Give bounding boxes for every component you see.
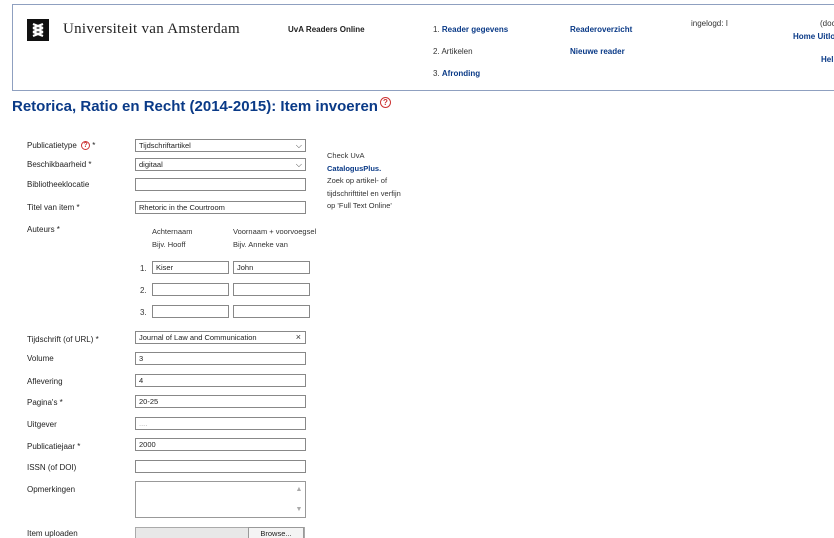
bibliotheek-input[interactable] xyxy=(135,178,306,191)
author-1-firstname-input[interactable]: John xyxy=(233,261,310,274)
page-title-text: Retorica, Ratio en Recht (2014-2015): It… xyxy=(12,98,378,115)
author-1-lastname-input[interactable]: Kiser xyxy=(152,261,229,274)
clear-icon[interactable]: × xyxy=(296,332,301,342)
user-role: (docent xyxy=(820,19,834,28)
catalogus-hint: Check UvA CatalogusPlus. Zoek op artikel… xyxy=(327,150,401,213)
author-row-number: 3. xyxy=(140,308,147,317)
scrollbar[interactable]: ▲ ▼ xyxy=(295,485,303,515)
aflevering-input[interactable]: 4 xyxy=(135,374,306,387)
home-logout-links: Home Uitloggen xyxy=(793,32,834,41)
publicatietype-select[interactable]: Tijdschriftartikel ⌵ xyxy=(135,139,306,152)
author-2-firstname-input[interactable] xyxy=(233,283,310,296)
hint-line: Zoek op artikel- of xyxy=(327,176,388,185)
logout-link[interactable]: Uitloggen xyxy=(817,32,834,41)
nieuwe-reader-link[interactable]: Nieuwe reader xyxy=(570,41,632,63)
bibliotheek-label: Bibliotheeklocatie xyxy=(27,180,90,189)
home-link[interactable]: Home xyxy=(793,32,815,41)
help-icon[interactable]: ? xyxy=(379,97,391,108)
hint-line: op 'Full Text Online' xyxy=(327,201,392,210)
reader-links: Readeroverzicht Nieuwe reader xyxy=(570,19,632,63)
help-link[interactable]: Help xyxy=(821,55,834,64)
step-afronding[interactable]: 3. Afronding xyxy=(433,63,508,85)
chevron-down-icon: ⌵ xyxy=(295,141,302,150)
upload-label: Item uploaden xyxy=(27,529,78,538)
step-navigation: 1. Reader gegevens 2. Artikelen 3. Afron… xyxy=(433,19,508,85)
issn-input[interactable] xyxy=(135,460,306,473)
author-row-number: 2. xyxy=(140,286,147,295)
volume-input[interactable]: 3 xyxy=(135,352,306,365)
publicatiejaar-label: Publicatiejaar * xyxy=(27,442,81,451)
page-title: Retorica, Ratio en Recht (2014-2015): It… xyxy=(12,97,391,115)
titel-label: Titel van item * xyxy=(27,203,80,212)
achternaam-example: Bijv. Hooff xyxy=(152,240,186,249)
university-name: Universiteit van Amsterdam xyxy=(63,21,240,37)
login-status: ingelogd: I xyxy=(691,19,728,28)
beschikbaarheid-label: Beschikbaarheid * xyxy=(27,160,92,169)
beschikbaarheid-select[interactable]: digitaal ⌵ xyxy=(135,158,306,171)
file-upload-field[interactable]: Browse... xyxy=(135,527,305,538)
author-row-number: 1. xyxy=(140,264,147,273)
uva-logo-icon[interactable] xyxy=(27,19,49,41)
publicatietype-label: Publicatietype ? * xyxy=(27,141,96,151)
readeroverzicht-link[interactable]: Readeroverzicht xyxy=(570,19,632,41)
step-artikelen[interactable]: 2. Artikelen xyxy=(433,41,508,63)
product-name: UvA Readers Online xyxy=(288,25,365,34)
publicatiejaar-input[interactable]: 2000 xyxy=(135,438,306,451)
publicatietype-value: Tijdschriftartikel xyxy=(139,141,191,150)
uitgever-placeholder: .... xyxy=(139,419,148,428)
paginas-input[interactable]: 20-25 xyxy=(135,395,306,408)
author-2-lastname-input[interactable] xyxy=(152,283,229,296)
author-3-lastname-input[interactable] xyxy=(152,305,229,318)
beschikbaarheid-value: digitaal xyxy=(139,160,163,169)
opmerkingen-label: Opmerkingen xyxy=(27,485,76,494)
browse-button[interactable]: Browse... xyxy=(248,527,304,538)
titel-input[interactable]: Rhetoric in the Courtroom xyxy=(135,201,306,214)
issn-label: ISSN (of DOI) xyxy=(27,463,77,472)
tijdschrift-input[interactable]: Journal of Law and Communication × xyxy=(135,331,306,344)
opmerkingen-textarea[interactable]: ▲ ▼ xyxy=(135,481,306,518)
uitgever-input[interactable]: .... xyxy=(135,417,306,430)
help-icon[interactable]: ? xyxy=(81,141,91,151)
site-header: Universiteit van Amsterdam UvA Readers O… xyxy=(12,4,834,91)
tijdschrift-label: Tijdschrift (of URL) * xyxy=(27,335,99,344)
tijdschrift-value: Journal of Law and Communication xyxy=(139,333,257,342)
hint-line: Check UvA xyxy=(327,151,365,160)
author-3-firstname-input[interactable] xyxy=(233,305,310,318)
voornaam-header: Voornaam + voorvoegsel xyxy=(233,227,317,236)
aflevering-label: Aflevering xyxy=(27,377,63,386)
auteurs-label: Auteurs * xyxy=(27,225,60,234)
volume-label: Volume xyxy=(27,354,54,363)
paginas-label: Pagina's * xyxy=(27,398,63,407)
achternaam-header: Achternaam xyxy=(152,227,193,236)
chevron-down-icon: ⌵ xyxy=(295,160,302,169)
voornaam-example: Bijv. Anneke van xyxy=(233,240,288,249)
uitgever-label: Uitgever xyxy=(27,420,57,429)
catalogusplus-link[interactable]: CatalogusPlus. xyxy=(327,163,401,176)
hint-line: tijdschrifttitel en verfijn xyxy=(327,188,401,198)
step-reader-gegevens[interactable]: 1. Reader gegevens xyxy=(433,19,508,41)
